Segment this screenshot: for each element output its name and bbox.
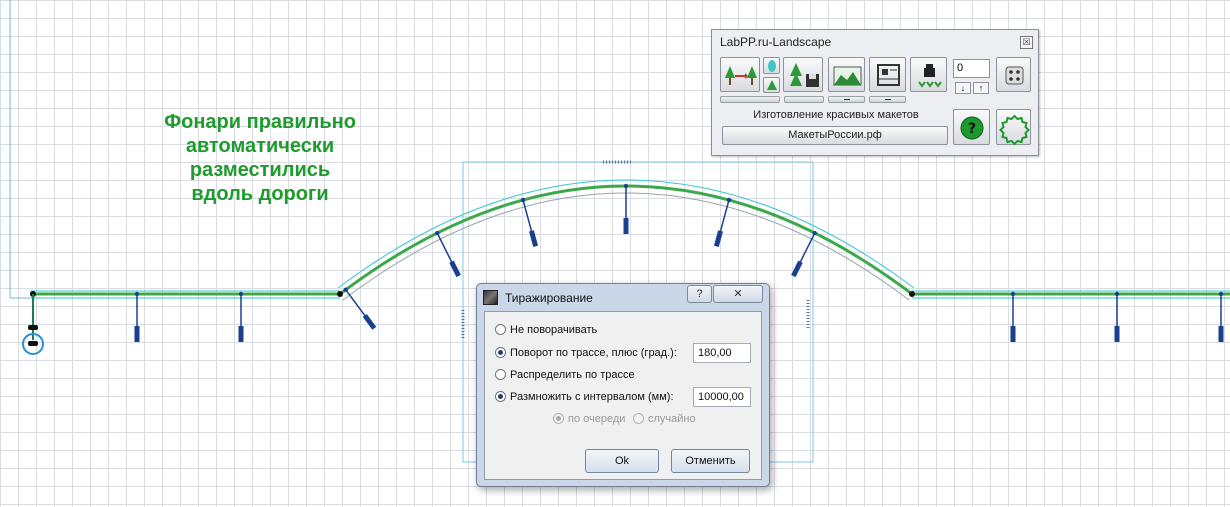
- option-label: случайно: [648, 413, 696, 425]
- street-lamp-icon[interactable]: [623, 183, 629, 234]
- tree-icon: [767, 80, 777, 90]
- slider-bar[interactable]: [869, 96, 906, 103]
- landscape-button[interactable]: [828, 57, 865, 92]
- street-lamp-icon[interactable]: [134, 291, 140, 342]
- radio-interval[interactable]: [495, 391, 506, 402]
- rotation-angle-input[interactable]: 180,00: [693, 343, 751, 363]
- gear-icon: [999, 114, 1030, 146]
- radio-distribute-along-path[interactable]: [495, 369, 506, 380]
- suboption-random[interactable]: случайно: [633, 413, 696, 429]
- trees-move-button[interactable]: [720, 57, 760, 92]
- annotation-text: Фонари правильно автоматически разместил…: [140, 110, 380, 206]
- help-button[interactable]: ?: [953, 109, 990, 145]
- street-lamp-icon[interactable]: [434, 230, 461, 278]
- site-button[interactable]: МакетыРоссии.рф: [722, 126, 948, 145]
- street-lamp-icon[interactable]: [520, 197, 539, 247]
- option-label: Не поворачивать: [510, 324, 598, 336]
- option-label: Размножить с интервалом (мм):: [510, 391, 674, 403]
- street-lamp-icon[interactable]: [713, 197, 732, 247]
- tree-save-icon: [790, 63, 819, 87]
- slider-bar[interactable]: [828, 96, 865, 103]
- street-lamp-icon[interactable]: [1218, 291, 1224, 342]
- app-icon: [483, 290, 498, 305]
- dice-button[interactable]: [996, 57, 1031, 92]
- option-distribute-along-path[interactable]: Распределить по трассе: [495, 369, 635, 385]
- help-icon: ?: [960, 116, 984, 140]
- radio-rotate-along-path[interactable]: [495, 347, 506, 358]
- weight-icon: [918, 64, 942, 88]
- annotation-line: вдоль дороги: [191, 183, 329, 205]
- option-no-rotate[interactable]: Не поворачивать: [495, 324, 597, 340]
- interval-input[interactable]: 10000,00: [693, 387, 751, 407]
- close-button[interactable]: ✕: [713, 285, 763, 303]
- frame-button[interactable]: [869, 57, 906, 92]
- tree-type-bottom-button[interactable]: [763, 77, 780, 93]
- slider-bar[interactable]: [784, 96, 824, 103]
- option-label: Распределить по трассе: [510, 369, 635, 381]
- annotation-line: разместились: [189, 159, 331, 181]
- landscape-icon: [833, 66, 862, 86]
- street-lamp-icon[interactable]: [1010, 291, 1016, 342]
- street-lamp-icon[interactable]: [342, 286, 377, 330]
- radio-sequential[interactable]: [553, 413, 564, 424]
- cancel-button[interactable]: Отменить: [671, 449, 750, 473]
- start-marker: [28, 341, 38, 346]
- settings-button[interactable]: [996, 109, 1031, 146]
- street-lamp-icon[interactable]: [1114, 291, 1120, 342]
- street-lamp-icon[interactable]: [238, 291, 244, 342]
- arrow-up-button[interactable]: ↑: [973, 82, 989, 94]
- number-input[interactable]: 0: [953, 59, 990, 78]
- radio-no-rotate[interactable]: [495, 324, 506, 335]
- suboption-sequential[interactable]: по очереди: [553, 413, 625, 429]
- help-title-button[interactable]: ?: [687, 285, 712, 303]
- annotation-line: автоматически: [185, 135, 335, 157]
- tree-save-button[interactable]: [783, 57, 823, 92]
- trees-move-icon: [725, 66, 757, 85]
- replicate-dialog[interactable]: Тиражирование ? ✕ Не поворачивать Поворо…: [476, 283, 770, 487]
- ok-button[interactable]: Ok: [585, 449, 659, 473]
- option-rotate-along-path[interactable]: Поворот по трассе, плюс (град.):: [495, 347, 677, 363]
- weight-button[interactable]: [910, 57, 947, 92]
- road-node: [337, 291, 343, 297]
- annotation-line: Фонари правильно: [164, 111, 356, 133]
- tree-type-top-button[interactable]: [763, 57, 780, 74]
- palette-title: LabPP.ru-Landscape: [720, 35, 832, 49]
- radio-random[interactable]: [633, 413, 644, 424]
- dice-icon: [1005, 66, 1024, 85]
- frame-icon: [877, 64, 900, 86]
- svg-text:?: ?: [968, 121, 976, 137]
- dialog-body: Не поворачивать Поворот по трассе, плюс …: [484, 311, 762, 480]
- option-label: по очереди: [568, 413, 626, 425]
- close-icon[interactable]: ☒: [1020, 36, 1033, 49]
- street-lamp-icon[interactable]: [791, 230, 818, 278]
- road-node: [909, 291, 915, 297]
- start-marker: [28, 325, 38, 330]
- palette-caption: Изготовление красивых макетов: [753, 109, 919, 121]
- dialog-title: Тиражирование: [505, 291, 593, 305]
- arrow-down-button[interactable]: ↓: [955, 82, 971, 94]
- tree-type-icon: [768, 60, 776, 72]
- option-label: Поворот по трассе, плюс (град.):: [510, 347, 677, 359]
- slider-bar[interactable]: [720, 96, 780, 103]
- option-interval[interactable]: Размножить с интервалом (мм):: [495, 391, 674, 407]
